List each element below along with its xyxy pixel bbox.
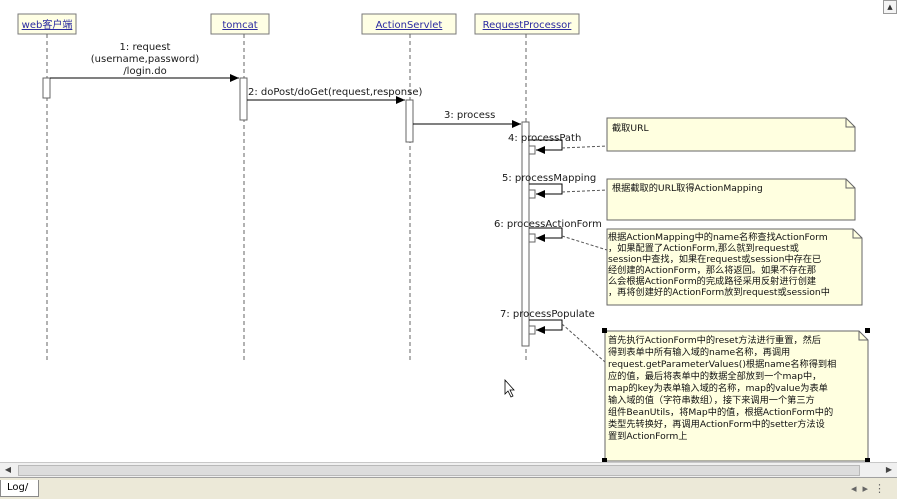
message-label: 5: processMapping xyxy=(502,173,596,184)
participant-label: web客户端 xyxy=(22,18,73,31)
tab-log[interactable]: Log/ xyxy=(0,480,40,497)
note-text: ，如果配置了ActionForm,那么就到request或 xyxy=(608,242,799,254)
message-dopost[interactable]: 2: doPost/doGet(request,response) xyxy=(247,87,422,104)
note-text: 类型先转换好，再调用ActionForm中的setter方法设 xyxy=(608,418,825,430)
participant-label: RequestProcessor xyxy=(483,20,573,31)
bottom-tab-bar: Log/ ◂▸⋮ xyxy=(0,477,897,499)
participant-label: ActionServlet xyxy=(376,20,443,31)
note-text: session中查找，如果在request或session中存在已 xyxy=(608,253,821,265)
message-label: (username,password) xyxy=(91,54,200,65)
note-text: 首先执行ActionForm中的reset方法进行重置，然后 xyxy=(608,334,821,346)
activation-web[interactable] xyxy=(42,77,51,99)
grip-icon: ⋮ xyxy=(874,482,891,495)
note-extract-url[interactable]: 截取URL xyxy=(606,117,856,152)
activation-actionservlet[interactable] xyxy=(405,99,414,143)
message-label: 3: process xyxy=(444,110,495,121)
participant-web[interactable]: web客户端 xyxy=(17,13,77,35)
diagram-canvas[interactable]: web客户端 tomcat ActionServlet RequestProce… xyxy=(0,0,897,462)
participant-label: tomcat xyxy=(222,20,257,31)
note-text: 截取URL xyxy=(612,122,649,134)
message-label: 6: processActionForm xyxy=(494,219,602,230)
note-text: 输入域的值（字符串数组），接下来调用一个第三方 xyxy=(608,394,815,406)
activation-self-4 xyxy=(528,145,536,155)
note-find-actionform[interactable]: 根据ActionMapping中的name名称查找ActionForm ，如果配… xyxy=(606,228,863,306)
note-text: 得到表单中所有输入域的name名称，再调用 xyxy=(608,346,790,358)
note-text: request.getParameterValues()根据name名称得到相 xyxy=(608,358,836,370)
selection-handle[interactable] xyxy=(865,328,870,333)
message-label: 2: doPost/doGet(request,response) xyxy=(248,87,422,98)
activation-self-6 xyxy=(528,233,536,243)
message-processpopulate[interactable]: 7: processPopulate xyxy=(500,309,595,334)
message-processactionform[interactable]: 6: processActionForm xyxy=(494,219,602,242)
activation-self-7 xyxy=(528,325,536,335)
participant-tomcat[interactable]: tomcat xyxy=(210,13,270,35)
sequence-diagram: web客户端 tomcat ActionServlet RequestProce… xyxy=(17,13,870,462)
scroll-right-arrow-icon[interactable]: ▶ xyxy=(883,464,895,476)
horizontal-scrollbar[interactable]: ◀ ▶ xyxy=(0,462,897,477)
note-get-mapping[interactable]: 根据截取的URL取得ActionMapping xyxy=(606,178,856,221)
note-text: 经创建的ActionForm，那么将返回。如果不存在那 xyxy=(608,264,816,276)
note-text: 组件BeanUtils，将Map中的值，根据ActionForm中的 xyxy=(608,406,833,418)
note-text: 置到ActionForm上 xyxy=(608,430,687,442)
message-label: 4: processPath xyxy=(508,133,581,144)
message-label: 7: processPopulate xyxy=(500,309,595,320)
status-icons: ◂▸⋮ xyxy=(851,482,891,495)
note-text: ，再将创建好的ActionForm放到request或session中 xyxy=(608,286,830,298)
note-text: 么会根据ActionForm的完成路径采用反射进行创建 xyxy=(608,275,816,287)
note-text: 根据截取的URL取得ActionMapping xyxy=(612,182,763,194)
note-text: 根据ActionMapping中的name名称查找ActionForm xyxy=(608,231,828,243)
note-connector xyxy=(561,235,608,251)
activation-self-5 xyxy=(528,189,536,199)
note-text: 应的值，最后将表单中的数据全部放到一个map中， xyxy=(608,370,821,382)
mouse-cursor-icon xyxy=(504,378,515,398)
message-request[interactable]: 1: request (username,password) /login.do xyxy=(50,42,239,82)
scroll-left-arrow-icon[interactable]: ◀ xyxy=(2,464,14,476)
note-connector xyxy=(561,323,606,363)
participant-actionservlet[interactable]: ActionServlet xyxy=(361,13,457,35)
activation-tomcat[interactable] xyxy=(239,77,248,121)
note-populate[interactable]: 首先执行ActionForm中的reset方法进行重置，然后 得到表单中所有输入… xyxy=(602,328,870,462)
note-text: map的key为表单输入域的名称，map的value为表单 xyxy=(608,382,828,394)
message-label: /login.do xyxy=(123,66,166,77)
scrollbar-thumb[interactable] xyxy=(18,465,860,476)
selection-handle[interactable] xyxy=(602,328,607,333)
scroll-up-arrow-icon[interactable]: ▲ xyxy=(883,0,897,14)
note-connector xyxy=(561,189,608,193)
message-processpath[interactable]: 4: processPath xyxy=(508,133,581,154)
message-process[interactable]: 3: process xyxy=(413,110,521,128)
participant-requestprocessor[interactable]: RequestProcessor xyxy=(474,13,580,35)
note-connector xyxy=(561,145,608,149)
scroll-icon[interactable]: ▸ xyxy=(862,482,874,495)
message-label: 1: request xyxy=(120,42,171,53)
scroll-icon[interactable]: ◂ xyxy=(851,482,863,495)
